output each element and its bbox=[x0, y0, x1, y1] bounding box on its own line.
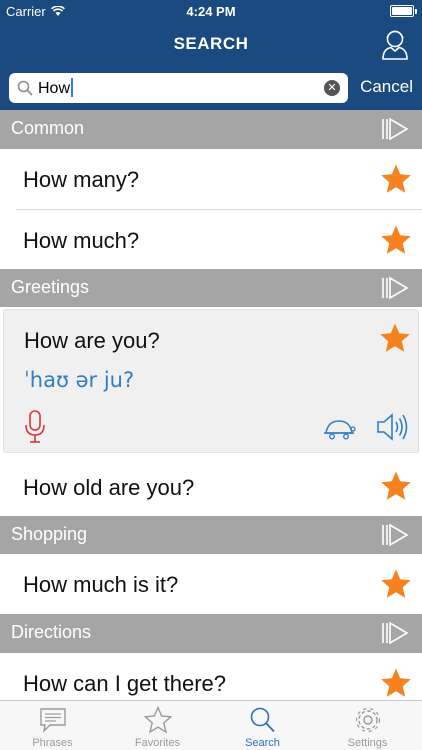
tab-label: Search bbox=[245, 737, 280, 749]
page-title: SEARCH bbox=[173, 34, 249, 53]
speech-bubble-icon bbox=[40, 708, 66, 734]
tab-favorites[interactable]: Favorites bbox=[105, 701, 210, 750]
search-icon bbox=[250, 707, 275, 733]
tab-phrases[interactable]: Phrases bbox=[0, 701, 105, 750]
status-bar: Carrier 4:24 PM bbox=[0, 0, 422, 22]
search-input[interactable]: How ✕ bbox=[9, 73, 348, 103]
section-header-greetings: Greetings bbox=[0, 269, 422, 307]
section-label: Common bbox=[11, 118, 85, 138]
phrase-row[interactable]: How many? bbox=[0, 149, 422, 209]
favorite-star-icon[interactable] bbox=[380, 224, 412, 256]
tab-search[interactable]: Search bbox=[210, 701, 315, 750]
phonetic-transcription: ˈhaʊ ər ju? bbox=[24, 368, 135, 392]
tab-label: Phrases bbox=[32, 737, 73, 749]
search-query: How bbox=[38, 78, 74, 99]
play-all-icon[interactable] bbox=[381, 276, 409, 300]
play-all-icon[interactable] bbox=[381, 523, 409, 547]
phrase-text: How old are you? bbox=[23, 475, 195, 500]
phrase-text: How much? bbox=[23, 228, 140, 253]
star-outline-icon bbox=[143, 706, 173, 734]
play-all-icon[interactable] bbox=[381, 621, 409, 645]
battery-icon bbox=[390, 5, 417, 17]
section-label: Greetings bbox=[11, 277, 90, 297]
search-icon bbox=[17, 80, 33, 96]
tab-label: Favorites bbox=[134, 737, 181, 749]
tab-bar: Phrases Favorites Search Settings bbox=[0, 700, 422, 750]
tab-settings[interactable]: Settings bbox=[315, 701, 420, 750]
section-header-shopping: Shopping bbox=[0, 516, 422, 554]
slow-playback-turtle-icon[interactable] bbox=[322, 418, 356, 440]
status-time: 4:24 PM bbox=[186, 4, 236, 19]
phrase-text: How much is it? bbox=[23, 572, 179, 597]
favorite-star-icon[interactable] bbox=[380, 667, 412, 699]
section-header-directions: Directions bbox=[0, 614, 422, 653]
tab-label: Settings bbox=[347, 737, 388, 749]
section-label: Directions bbox=[11, 622, 92, 642]
phrase-text: How many? bbox=[23, 167, 140, 192]
text-caret bbox=[71, 78, 74, 97]
favorite-star-icon[interactable] bbox=[379, 322, 411, 354]
expanded-phrase-card[interactable]: How are you? ˈhaʊ ər ju? bbox=[3, 309, 419, 453]
phrase-row[interactable]: How much is it? bbox=[0, 554, 422, 614]
favorite-star-icon[interactable] bbox=[380, 163, 412, 195]
microphone-icon[interactable] bbox=[24, 410, 46, 444]
phrase-row[interactable]: How much? bbox=[0, 210, 422, 269]
nav-bar: SEARCH bbox=[0, 22, 422, 66]
section-header-common: Common bbox=[0, 110, 422, 149]
speaker-icon[interactable] bbox=[376, 413, 410, 441]
gear-icon bbox=[355, 707, 381, 733]
profile-icon[interactable] bbox=[378, 27, 412, 61]
search-query-text: How bbox=[38, 80, 71, 97]
clear-search-icon[interactable]: ✕ bbox=[324, 80, 340, 96]
phrase-text: How are you? bbox=[24, 328, 160, 353]
play-all-icon[interactable] bbox=[381, 117, 409, 141]
favorite-star-icon[interactable] bbox=[380, 470, 412, 502]
section-label: Shopping bbox=[11, 524, 88, 544]
phrase-row[interactable]: How can I get there? bbox=[0, 653, 422, 700]
cancel-button[interactable]: Cancel bbox=[360, 77, 413, 97]
phrase-row[interactable]: How old are you? bbox=[0, 457, 422, 515]
favorite-star-icon[interactable] bbox=[380, 568, 412, 600]
phrase-text: How can I get there? bbox=[23, 671, 227, 696]
search-bar: How ✕ Cancel bbox=[0, 66, 422, 110]
